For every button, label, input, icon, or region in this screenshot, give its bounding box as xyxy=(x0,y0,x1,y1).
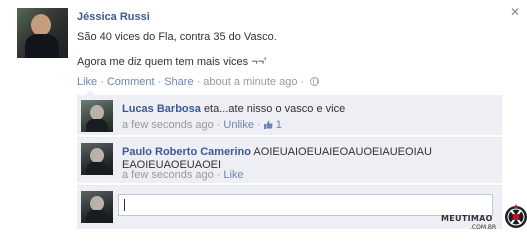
post-text-line-2: Agora me diz quem tem mais vices ¬¬' xyxy=(77,56,267,68)
post-author[interactable]: Jéssica Russi xyxy=(77,11,150,23)
like-link[interactable]: Like xyxy=(77,76,97,88)
like-count[interactable]: 1 xyxy=(276,119,282,131)
post-text: São 40 vices do Fla, contra 35 do Vasco.… xyxy=(77,30,497,69)
text-caret xyxy=(124,199,125,211)
action-separator: · xyxy=(196,76,201,88)
comment-timestamp[interactable]: a few seconds ago xyxy=(122,169,214,181)
comment-meta: a few seconds ago · Unlike · 1 xyxy=(122,119,282,131)
post-avatar[interactable] xyxy=(17,8,68,58)
thumbs-up-icon[interactable] xyxy=(263,120,273,129)
share-link[interactable]: Share xyxy=(164,76,193,88)
meta-separator: · xyxy=(256,119,261,131)
comment-body: Lucas Barbosa eta...ate nisso o vasco e … xyxy=(122,103,492,116)
comment-author[interactable]: Lucas Barbosa xyxy=(122,103,201,115)
comment: Lucas Barbosa eta...ate nisso o vasco e … xyxy=(77,95,502,135)
watermark-domain: .COM.BR xyxy=(470,224,497,231)
watermark-name: MEUTIMAO xyxy=(441,214,493,223)
comment-author[interactable]: Paulo Roberto Camerino xyxy=(122,146,251,158)
action-separator: · xyxy=(157,76,162,88)
reply-avatar xyxy=(81,191,113,223)
comment-text: eta...ate nisso o vasco e vice xyxy=(203,103,346,115)
action-separator: · xyxy=(100,76,104,88)
watermark-logo: MEUTIMAO .COM.BR xyxy=(433,204,527,241)
close-icon[interactable]: ✕ xyxy=(509,6,521,18)
action-separator: · xyxy=(300,76,305,88)
meta-separator: · xyxy=(216,169,221,181)
post-timestamp[interactable]: about a minute ago xyxy=(203,76,297,88)
globe-icon[interactable] xyxy=(310,77,320,86)
corinthians-emblem-icon xyxy=(505,204,527,228)
comment: Paulo Roberto Camerino AOIEUAIOEUAIEOAUO… xyxy=(77,137,502,183)
like-link[interactable]: Like xyxy=(223,169,243,181)
unlike-link[interactable]: Unlike xyxy=(223,119,254,131)
comment-link[interactable]: Comment xyxy=(107,76,155,88)
meta-separator: · xyxy=(216,119,221,131)
comment-meta: a few seconds ago · Like xyxy=(122,169,244,181)
comment-avatar[interactable] xyxy=(81,100,113,132)
comment-timestamp[interactable]: a few seconds ago xyxy=(122,119,214,131)
post-actions: Like · Comment · Share · about a minute ago · xyxy=(77,76,320,88)
post-text-line-1: São 40 vices do Fla, contra 35 do Vasco. xyxy=(77,31,277,43)
comment-avatar[interactable] xyxy=(81,143,113,175)
